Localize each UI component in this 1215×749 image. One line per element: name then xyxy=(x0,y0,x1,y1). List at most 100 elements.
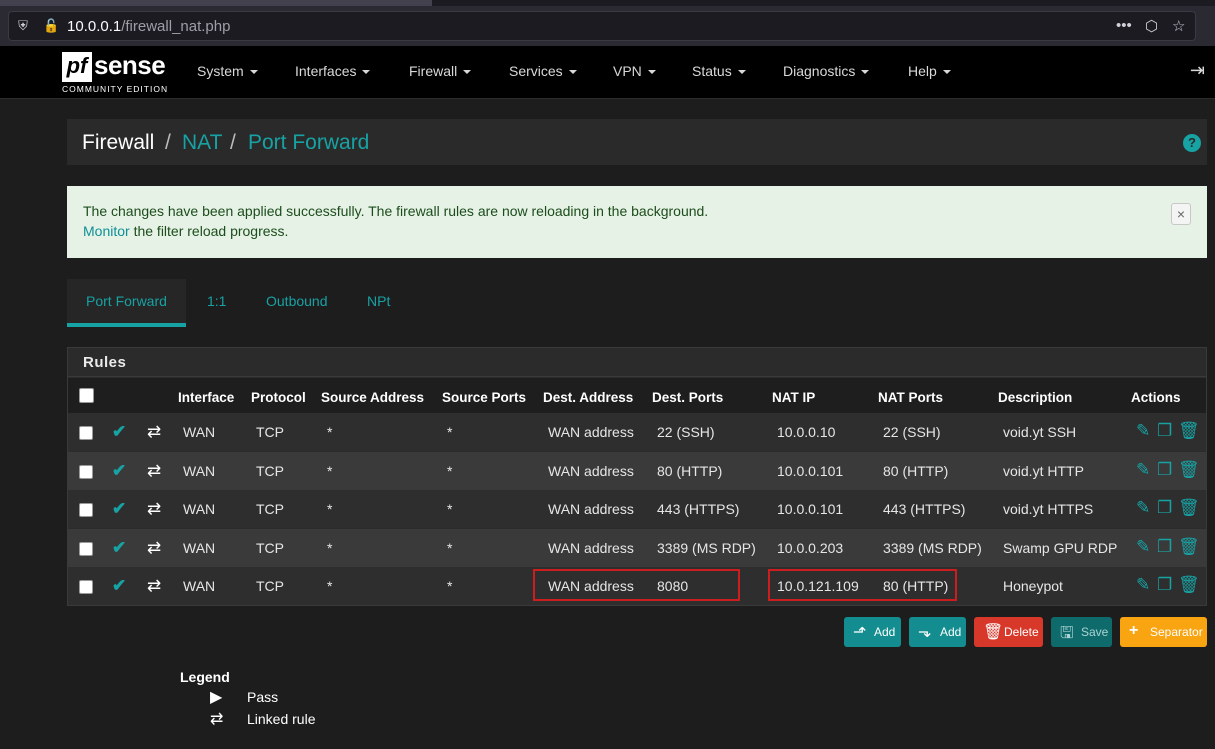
trash-icon[interactable]: 🗑 xyxy=(1178,421,1200,441)
row-checkbox[interactable] xyxy=(79,503,93,517)
th-nat-ports: NAT Ports xyxy=(878,390,944,405)
cell-interface: WAN xyxy=(183,501,216,517)
url-text[interactable]: 10.0.0.1/firewall_nat.php xyxy=(67,18,230,35)
cell-interface: WAN xyxy=(183,540,216,556)
caret-down-icon xyxy=(861,70,870,75)
breadcrumb-nat[interactable]: NAT xyxy=(182,131,222,155)
close-icon[interactable]: × xyxy=(1171,203,1191,225)
address-bar[interactable]: ⛨ 🔓 10.0.0.1/firewall_nat.php ••• ⬡ ☆ xyxy=(8,11,1196,41)
copy-icon[interactable]: ❐ xyxy=(1157,460,1172,480)
caret-down-icon xyxy=(737,70,746,75)
cell-protocol: TCP xyxy=(256,424,284,440)
edit-pencil-icon[interactable]: ✎ xyxy=(1136,498,1150,518)
cell-nat-ip: 10.0.0.101 xyxy=(777,463,844,479)
pass-check-icon[interactable]: ✔ xyxy=(112,499,126,519)
cell-nat-ports: 443 (HTTPS) xyxy=(883,501,966,517)
nav-system[interactable]: System xyxy=(197,63,258,79)
trash-icon[interactable]: 🗑 xyxy=(1178,498,1200,518)
nav-diagnostics[interactable]: Diagnostics xyxy=(783,63,870,79)
copy-icon[interactable]: ❐ xyxy=(1157,421,1172,441)
monitor-link[interactable]: Monitor xyxy=(83,223,130,239)
select-all-checkbox[interactable] xyxy=(79,388,94,403)
arrow-down-icon: ⬎ xyxy=(918,624,932,641)
rules-table-header: Interface Protocol Source Address Source… xyxy=(68,378,1206,413)
tab-npt[interactable]: NPt xyxy=(367,293,390,309)
separator-button[interactable]: + Separator xyxy=(1120,617,1207,647)
table-row[interactable]: ✔ ⇄ WAN TCP * * WAN address 3389 (MS RDP… xyxy=(68,529,1206,567)
edit-pencil-icon[interactable]: ✎ xyxy=(1136,575,1150,595)
cell-source-address: * xyxy=(327,424,333,440)
linked-rule-icon: ⇄ xyxy=(147,499,162,518)
table-row[interactable]: ✔ ⇄ WAN TCP * * WAN address 80 (HTTP) 10… xyxy=(68,452,1206,490)
cell-description: void.yt HTTP xyxy=(1003,463,1084,479)
trash-icon[interactable]: 🗑 xyxy=(1178,575,1200,595)
tab-outbound[interactable]: Outbound xyxy=(266,293,328,309)
copy-icon[interactable]: ❐ xyxy=(1157,575,1172,595)
nav-services[interactable]: Services xyxy=(509,63,577,79)
cell-source-ports: * xyxy=(447,578,453,594)
table-row[interactable]: ✔ ⇄ WAN TCP * * WAN address 8080 10.0.12… xyxy=(68,567,1206,605)
add-top-button[interactable]: ⬏ Add xyxy=(844,617,901,647)
rules-title: Rules xyxy=(83,354,127,371)
th-description: Description xyxy=(998,390,1073,405)
highlight-box-dest xyxy=(533,569,740,601)
pass-check-icon[interactable]: ✔ xyxy=(112,422,126,442)
delete-button[interactable]: 🗑 Delete xyxy=(974,617,1043,647)
nav-firewall[interactable]: Firewall xyxy=(409,63,472,79)
edit-pencil-icon[interactable]: ✎ xyxy=(1136,421,1150,441)
copy-icon[interactable]: ❐ xyxy=(1157,498,1172,518)
row-checkbox[interactable] xyxy=(79,542,93,556)
browser-tab-active[interactable] xyxy=(0,0,432,6)
nav-status[interactable]: Status xyxy=(692,63,746,79)
nav-vpn[interactable]: VPN xyxy=(613,63,656,79)
bookmark-star-icon[interactable]: ☆ xyxy=(1172,17,1185,35)
row-checkbox[interactable] xyxy=(79,580,93,594)
row-checkbox[interactable] xyxy=(79,426,93,440)
cell-nat-ip: 10.0.0.101 xyxy=(777,501,844,517)
legend-pass-label: Pass xyxy=(247,689,279,705)
tab-port-forward[interactable]: Port Forward xyxy=(86,293,167,309)
logout-icon[interactable]: ⇥ xyxy=(1190,60,1205,81)
rules-panel: Rules Interface Protocol Source Address … xyxy=(67,347,1207,606)
add-bottom-button[interactable]: ⬎ Add xyxy=(909,617,966,647)
th-nat-ip: NAT IP xyxy=(772,390,816,405)
pocket-icon[interactable]: ⬡ xyxy=(1145,17,1158,35)
save-button[interactable]: 🖫 Save xyxy=(1051,617,1112,647)
copy-icon[interactable]: ❐ xyxy=(1157,537,1172,557)
cell-source-ports: * xyxy=(447,501,453,517)
url-path: /firewall_nat.php xyxy=(121,18,231,35)
nav-help[interactable]: Help xyxy=(908,63,951,79)
pass-check-icon[interactable]: ✔ xyxy=(112,538,126,558)
trash-icon[interactable]: 🗑 xyxy=(1178,537,1200,557)
cell-description: Swamp GPU RDP xyxy=(1003,540,1118,556)
table-row[interactable]: ✔ ⇄ WAN TCP * * WAN address 22 (SSH) 10.… xyxy=(68,413,1206,451)
caret-down-icon xyxy=(568,70,577,75)
linked-rule-icon: ⇄ xyxy=(147,422,162,441)
cell-dest-address: WAN address xyxy=(548,424,634,440)
pass-check-icon[interactable]: ✔ xyxy=(112,576,126,596)
row-checkbox[interactable] xyxy=(79,465,93,479)
nav-interfaces[interactable]: Interfaces xyxy=(295,63,371,79)
cell-nat-ports: 22 (SSH) xyxy=(883,424,941,440)
pfsense-logo[interactable]: pf sense COMMUNITY EDITION xyxy=(62,50,172,94)
cell-dest-address: WAN address xyxy=(548,463,634,479)
table-row[interactable]: ✔ ⇄ WAN TCP * * WAN address 443 (HTTPS) … xyxy=(68,490,1206,528)
alert-monitor-line: Monitor the filter reload progress. xyxy=(83,223,288,239)
breadcrumb-port-forward[interactable]: Port Forward xyxy=(248,131,369,155)
cell-dest-ports: 443 (HTTPS) xyxy=(657,501,740,517)
highlight-box-nat xyxy=(768,569,957,601)
linked-rule-icon: ⇄ xyxy=(147,538,162,557)
edit-pencil-icon[interactable]: ✎ xyxy=(1136,460,1150,480)
tab-one-to-one[interactable]: 1:1 xyxy=(207,293,226,309)
help-icon[interactable]: ? xyxy=(1183,134,1201,152)
shield-icon[interactable]: ⛨ xyxy=(15,18,31,34)
edit-pencil-icon[interactable]: ✎ xyxy=(1136,537,1150,557)
trash-icon[interactable]: 🗑 xyxy=(1178,460,1200,480)
more-actions-icon[interactable]: ••• xyxy=(1116,17,1132,34)
cell-protocol: TCP xyxy=(256,501,284,517)
caret-down-icon xyxy=(249,70,258,75)
pass-check-icon[interactable]: ✔ xyxy=(112,461,126,481)
insecure-lock-icon[interactable]: 🔓 xyxy=(43,18,59,34)
cell-protocol: TCP xyxy=(256,463,284,479)
cell-source-ports: * xyxy=(447,463,453,479)
